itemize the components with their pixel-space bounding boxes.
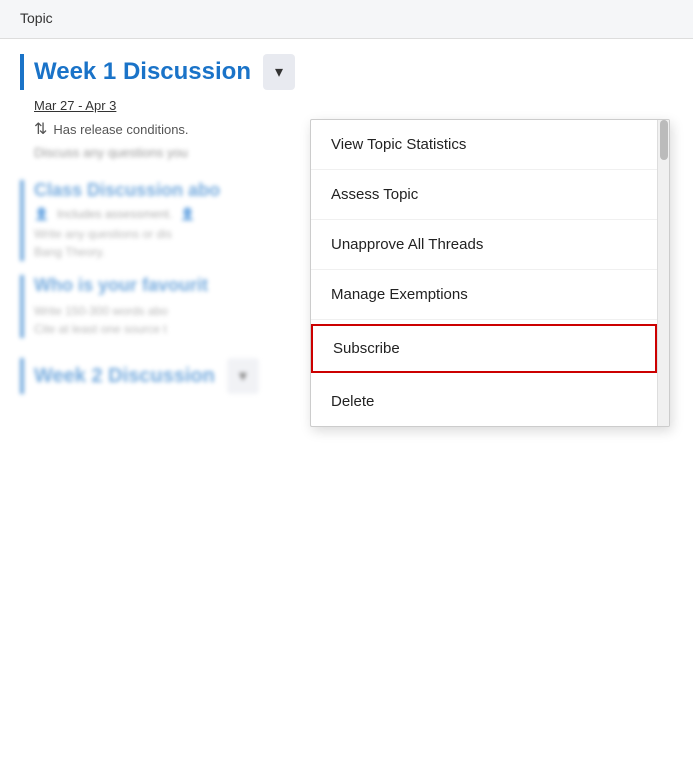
conditions-icon: ⇅ xyxy=(34,119,47,139)
week1-date-range: Mar 27 - Apr 3 xyxy=(34,98,673,113)
release-conditions-text: Has release conditions. xyxy=(53,122,188,137)
dropdown-menu: View Topic Statistics Assess Topic Unapp… xyxy=(310,119,670,427)
menu-item-unapprove-all-threads[interactable]: Unapprove All Threads xyxy=(311,220,657,270)
menu-item-subscribe[interactable]: Subscribe xyxy=(311,324,657,373)
week1-dropdown-button[interactable]: ▾ xyxy=(263,54,295,90)
subtopic1-meta-icon2: 👤 xyxy=(180,207,195,221)
scrollbar-thumb xyxy=(660,120,668,160)
scrollbar[interactable] xyxy=(657,120,669,426)
subtopic1-meta-text: Includes assessment. xyxy=(57,207,172,221)
menu-item-assess-topic[interactable]: Assess Topic xyxy=(311,170,657,220)
subtopic1-meta-icon: 👤 xyxy=(34,207,49,221)
menu-item-delete[interactable]: Delete xyxy=(311,377,657,426)
week1-header-row: Week 1 Discussion ▾ xyxy=(20,54,673,90)
week2-dropdown-button[interactable]: ▾ xyxy=(227,358,259,394)
week2-title: Week 2 Discussion xyxy=(34,365,215,388)
week1-title: Week 1 Discussion xyxy=(34,58,251,86)
page-container: Topic Week 1 Discussion ▾ Mar 27 - Apr 3… xyxy=(0,0,693,763)
header-bar: Topic xyxy=(0,0,693,39)
menu-item-view-topic-statistics[interactable]: View Topic Statistics xyxy=(311,120,657,170)
content-area: Week 1 Discussion ▾ Mar 27 - Apr 3 ⇅ Has… xyxy=(0,39,693,409)
topic-label: Topic xyxy=(20,10,53,26)
menu-item-manage-exemptions[interactable]: Manage Exemptions xyxy=(311,270,657,320)
